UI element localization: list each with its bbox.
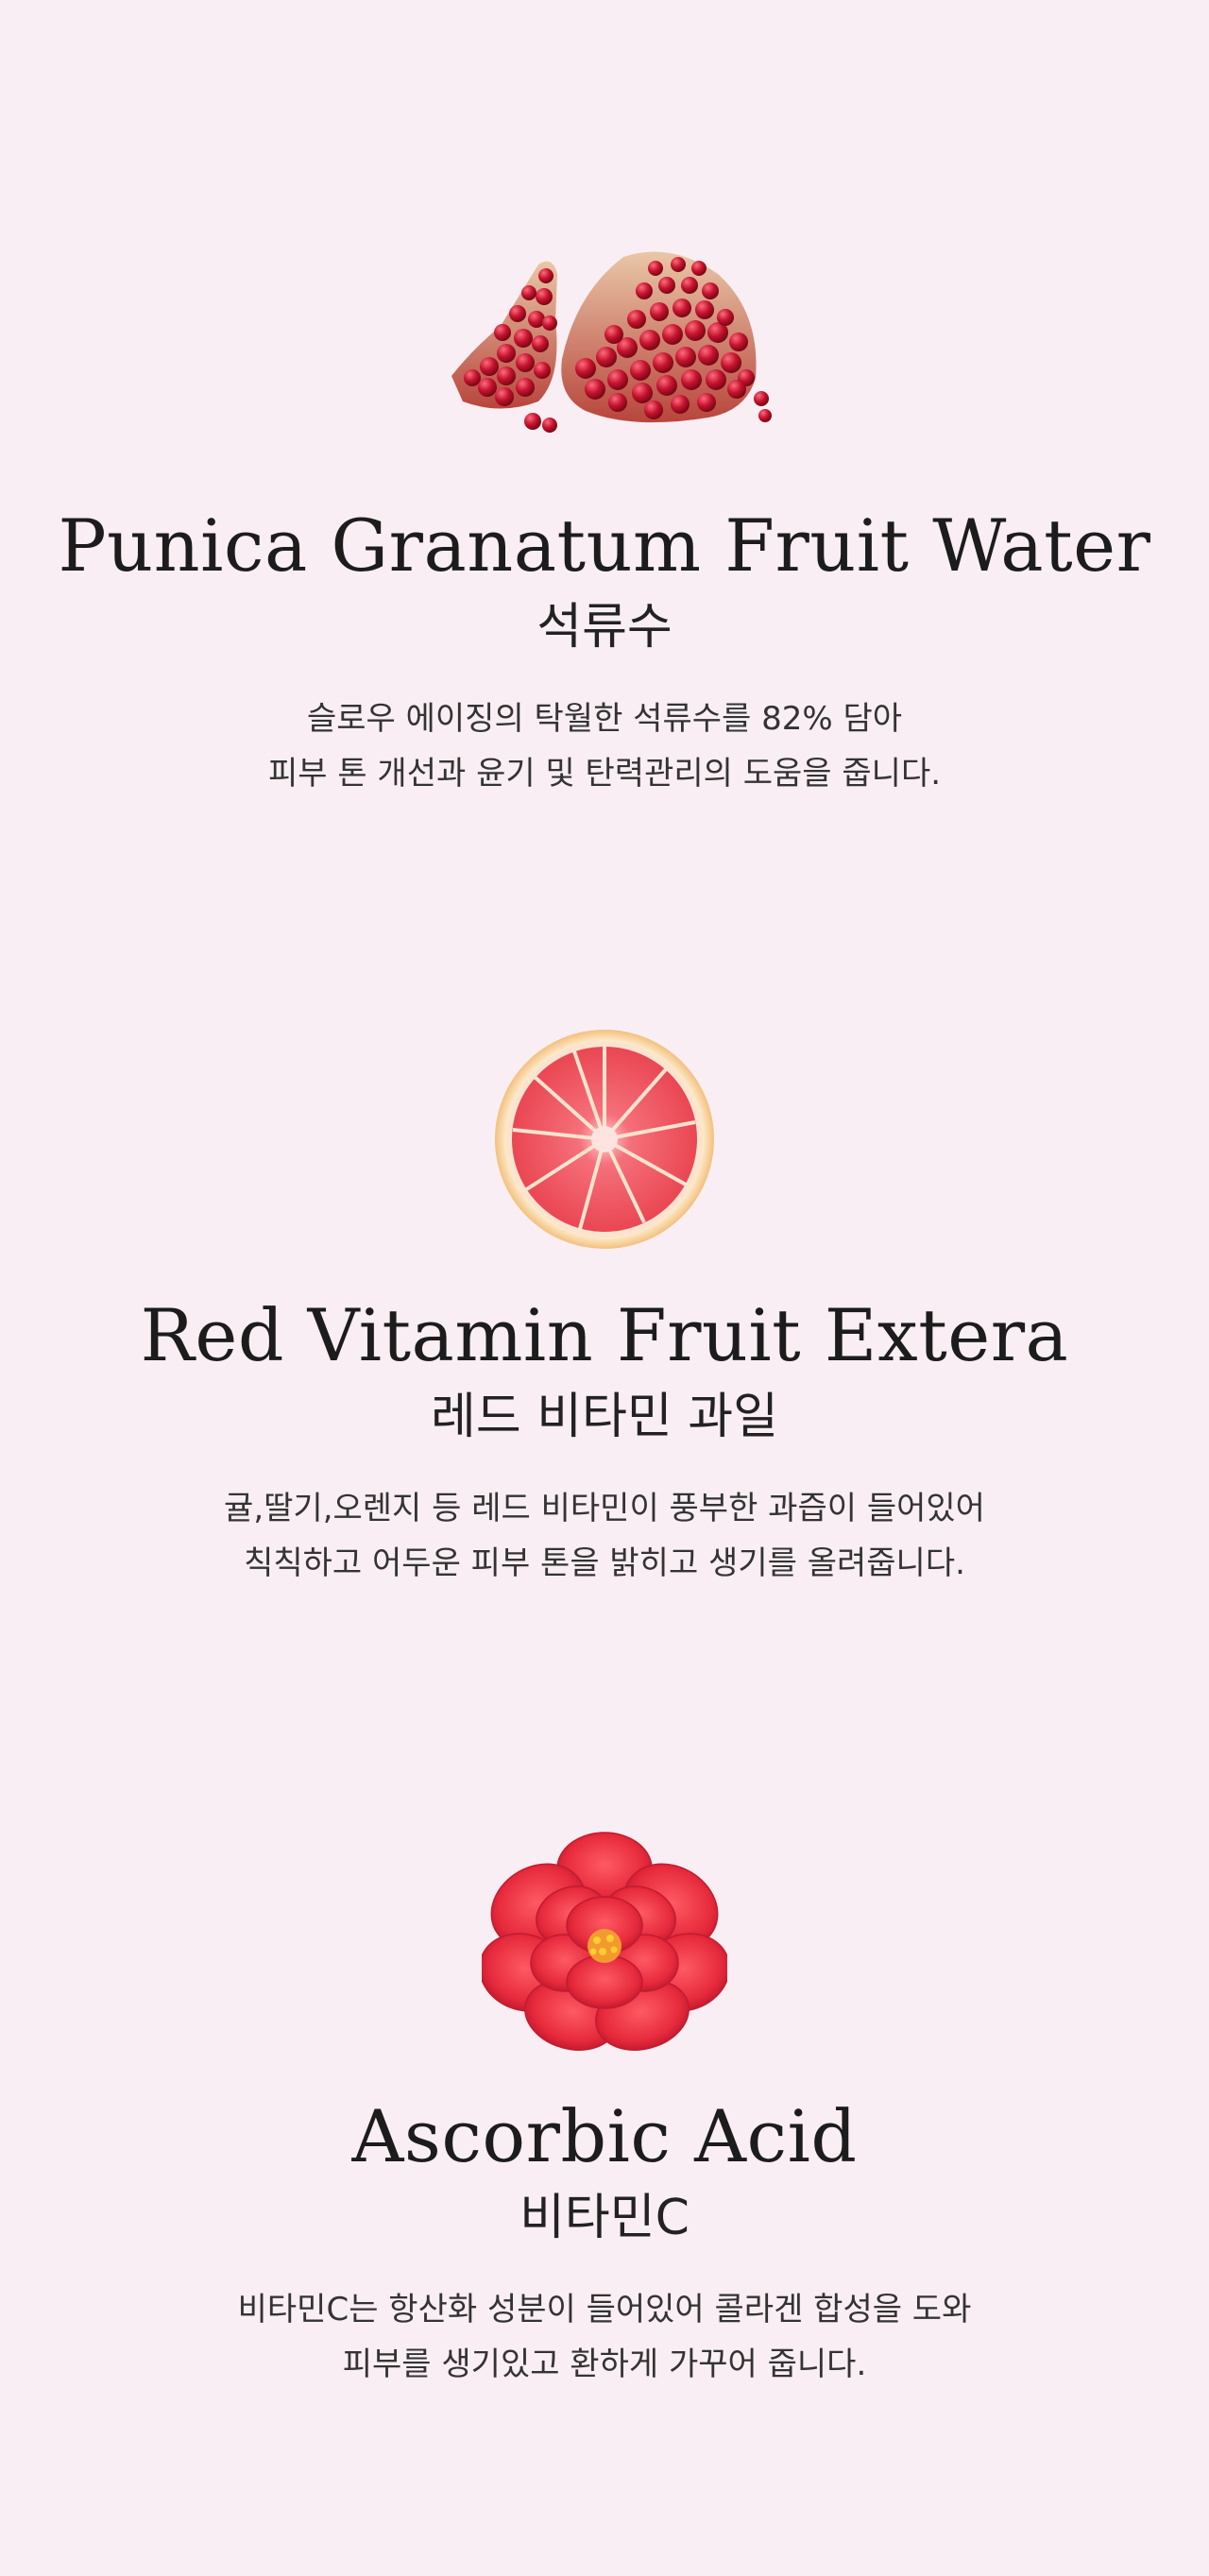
ingredient-title-ko: 레드 비타민 과일 <box>431 1389 778 1445</box>
description-line: 슬로우 에이징의 탁월한 석류수를 82% 담아 <box>306 700 903 738</box>
ingredient-title-ko: 석류수 <box>536 599 673 656</box>
ingredient-description: 귤,딸기,오렌지 등 레드 비타민이 풍부한 과즙이 들어있어 칙칙하고 어두운… <box>0 1481 1209 1591</box>
ingredient-description: 슬로우 에이징의 탁월한 석류수를 82% 담아 피부 톤 개선과 윤기 및 탄… <box>0 691 1209 801</box>
ingredient-section-pomegranate: Punica Granatum Fruit Water 석류수 슬로우 에이징의… <box>0 236 1209 801</box>
ingredient-title-ko: 비타민C <box>519 2190 690 2246</box>
ingredient-title-en: Punica Granatum Fruit Water <box>58 503 1151 588</box>
grapefruit-image <box>495 1030 714 1249</box>
description-line: 피부 톤 개선과 윤기 및 탄력관리의 도움을 줍니다. <box>267 755 942 793</box>
description-line: 칙칙하고 어두운 피부 톤을 밝히고 생기를 올려줍니다. <box>244 1544 965 1582</box>
ingredient-description: 비타민C는 항산화 성분이 들어있어 콜라겐 합성을 도와 피부를 생기있고 환… <box>0 2282 1209 2392</box>
ingredient-section-camellia: Ascorbic Acid 비타민C 비타민C는 항산화 성분이 들어있어 콜라… <box>0 1831 1209 2392</box>
ingredient-title-en: Red Vitamin Fruit Extera <box>140 1293 1069 1377</box>
page: { "sections": [ { "illustration": "pomeg… <box>0 0 1209 2576</box>
camellia-flower-image <box>482 1832 727 2051</box>
description-line: 비타민C는 항산화 성분이 들어있어 콜라겐 합성을 도와 <box>237 2291 972 2329</box>
description-line: 귤,딸기,오렌지 등 레드 비타민이 풍부한 과즙이 들어있어 <box>224 1490 985 1527</box>
description-line: 피부를 생기있고 환하게 가꾸어 줍니다. <box>342 2346 867 2383</box>
pomegranate-image <box>451 251 772 433</box>
ingredient-title-en: Ascorbic Acid <box>351 2094 858 2178</box>
ingredient-section-grapefruit: Red Vitamin Fruit Extera 레드 비타민 과일 귤,딸기,… <box>0 1028 1209 1591</box>
